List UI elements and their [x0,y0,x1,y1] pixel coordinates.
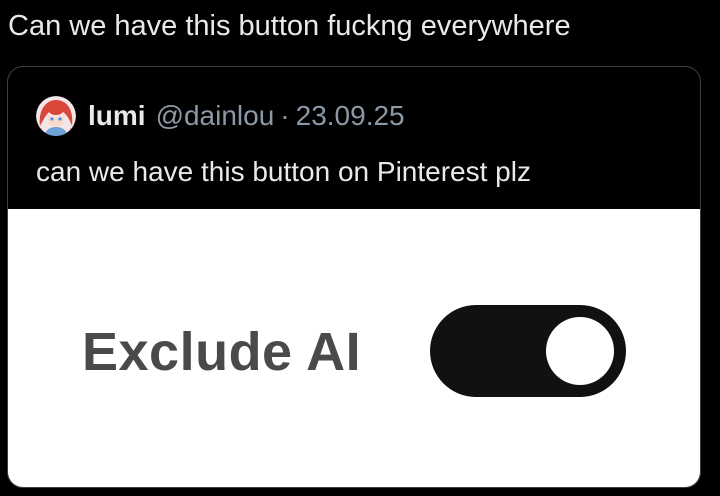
quoted-post-card[interactable]: lumi @dainlou · 23.09.25 can we have thi… [7,66,701,488]
toggle-knob [546,317,614,385]
quoted-post-text: can we have this button on Pinterest plz [36,156,531,187]
display-name[interactable]: lumi [88,100,146,132]
exclude-ai-toggle [430,305,626,397]
post-date[interactable]: 23.09.25 [296,100,405,132]
attached-image[interactable]: Exclude AI [8,209,700,487]
separator-dot: · [280,100,290,131]
post-text: Can we have this button fuckng everywher… [8,10,571,42]
quoted-post-header: lumi @dainlou · 23.09.25 [36,95,405,137]
anime-avatar-icon[interactable] [36,96,76,136]
user-handle[interactable]: @dainlou [156,100,275,132]
toggle-label: Exclude AI [82,322,362,382]
